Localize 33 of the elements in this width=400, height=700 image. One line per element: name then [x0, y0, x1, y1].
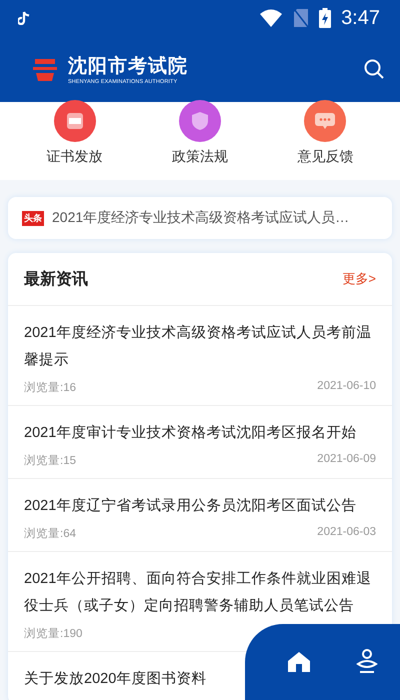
logo-icon [32, 56, 58, 82]
music-note-icon [18, 11, 30, 25]
status-time: 3:47 [341, 6, 380, 30]
shortcut-button[interactable]: 意见反馈 [280, 102, 370, 166]
shortcut-button[interactable]: 政策法规 [154, 102, 245, 166]
news-date: 2021-06-03 [317, 526, 376, 540]
home-icon[interactable] [286, 650, 312, 674]
shield-icon [190, 111, 209, 131]
view-count: 浏览量:190 [24, 626, 82, 641]
news-date: 2021-06-10 [317, 380, 376, 394]
battery-icon [319, 8, 332, 28]
sim-icon [293, 8, 310, 28]
chat-icon [314, 112, 336, 130]
news-date: 2021-06-09 [317, 453, 376, 467]
news-title[interactable]: 2021年度经济专业技术高级资格考试应试人员考前温馨提示 [24, 320, 376, 374]
view-count: 浏览量:64 [24, 526, 76, 541]
search-icon[interactable] [364, 59, 384, 79]
wifi-icon [259, 9, 284, 27]
section-title: 最新资讯 [24, 269, 88, 290]
view-count: 浏览量:15 [24, 454, 76, 468]
headline-card[interactable]: 头条 2021年度经济专业技术高级资格考试应试人员… [8, 197, 392, 239]
view-count: 浏览量:16 [24, 380, 76, 395]
news-title[interactable]: 关于发放2020年度图书资料 [24, 666, 206, 693]
news-title[interactable]: 2021年度辽宁省考试录用公务员沈阳考区面试公告 [24, 493, 356, 520]
person-icon[interactable] [354, 648, 379, 676]
app-title: 沈阳市考试院 [68, 54, 188, 79]
more-link[interactable]: 更多> [342, 270, 376, 288]
shortcut-button[interactable]: 证书发放 [30, 102, 120, 166]
news-title[interactable]: 2021年度审计专业技术资格考试沈阳考区报名开始 [24, 420, 356, 447]
headline-text: 2021年度经济专业技术高级资格考试应试人员… [52, 209, 350, 227]
headline-tag: 头条 [22, 210, 44, 226]
news-title[interactable]: 2021年公开招聘、面向符合安排工作条件就业困难退役士兵（或子女）定向招聘警务辅助人员笔试公告 [24, 566, 376, 620]
certificate-icon [64, 112, 85, 130]
